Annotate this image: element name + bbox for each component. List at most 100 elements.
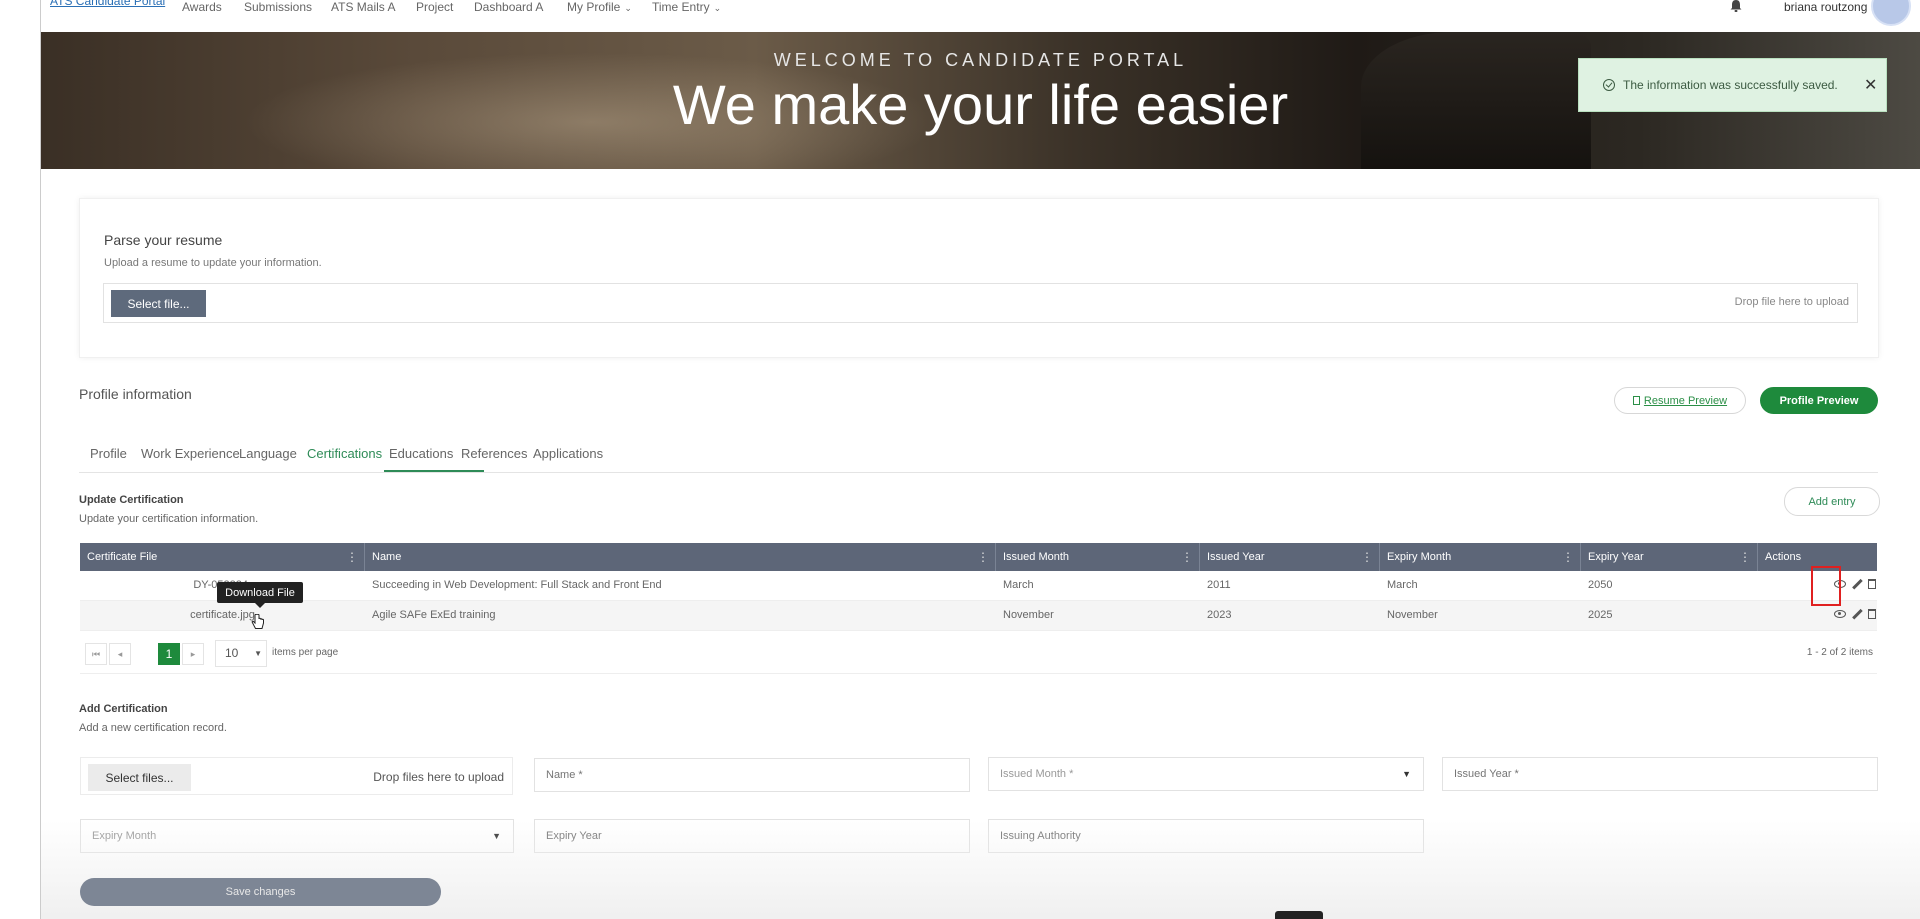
app-window: ATS Candidate Portal Awards Submissions … (41, 0, 1920, 919)
parse-subtitle: Upload a resume to update your informati… (104, 257, 322, 269)
cell-expiry-year: 2050 (1588, 579, 1613, 591)
name-field[interactable] (534, 758, 970, 792)
trash-icon[interactable] (1868, 609, 1876, 619)
table-header: Certificate File ⋮ Name ⋮ Issued Month ⋮ Is… (80, 543, 1877, 571)
page-size-select[interactable]: 10 ▼ (215, 640, 267, 667)
nav-dashboard[interactable]: Dashboard A (474, 0, 543, 14)
nav-ats-mails[interactable]: ATS Mails A (331, 0, 395, 14)
user-name[interactable]: briana routzong (1784, 0, 1867, 14)
bell-icon[interactable] (1729, 0, 1743, 12)
add-cert-subtitle: Add a new certification record. (79, 722, 227, 734)
select-files-button[interactable]: Select files... (88, 764, 191, 791)
profile-preview-button[interactable]: Profile Preview (1760, 387, 1878, 414)
pencil-icon[interactable] (1852, 579, 1862, 589)
caret-down-icon: ▼ (492, 831, 501, 841)
cell-issued-year: 2011 (1207, 579, 1231, 591)
cell-issued-month: March (1003, 579, 1034, 591)
column-menu-icon[interactable]: ⋮ (977, 543, 989, 571)
resume-preview-button[interactable]: Resume Preview (1614, 387, 1746, 414)
column-menu-icon[interactable]: ⋮ (1181, 543, 1193, 571)
close-icon[interactable]: ✕ (1864, 75, 1877, 95)
hand-cursor-icon (251, 614, 264, 629)
column-header-certificate-file[interactable]: Certificate File ⋮ (80, 543, 365, 571)
drop-hint: Drop file here to upload (1734, 296, 1849, 308)
cell-expiry-month: March (1387, 579, 1418, 591)
chevron-down-icon: ⌄ (624, 3, 632, 13)
table-row: DY-052224- Succeeding in Web Development… (80, 571, 1877, 601)
top-nav: ATS Candidate Portal Awards Submissions … (41, 0, 1920, 32)
trash-icon[interactable] (1868, 579, 1876, 589)
cell-file[interactable]: certificate.jpg (80, 601, 365, 630)
column-menu-icon[interactable]: ⋮ (1562, 543, 1574, 571)
tab-profile[interactable]: Profile (90, 446, 127, 461)
caret-down-icon: ▼ (254, 649, 262, 658)
column-header-expiry-month[interactable]: Expiry Month ⋮ (1380, 543, 1581, 571)
cell-issued-year: 2023 (1207, 609, 1232, 621)
toast-message: The information was successfully saved. (1623, 78, 1838, 92)
tab-language[interactable]: Language (239, 446, 297, 461)
tab-certifications[interactable]: Certifications (307, 446, 382, 461)
certificate-upload[interactable]: Select files... Drop files here to uploa… (80, 757, 513, 795)
table-pager: ⏮ ◂ 1 ▸ ⏭ 10▼ items per page 1 - 2 of 2 … (80, 635, 1877, 674)
nav-submissions[interactable]: Submissions (244, 0, 312, 14)
eye-icon[interactable] (1834, 610, 1846, 618)
prev-page-icon[interactable]: ◂ (109, 643, 131, 665)
success-toast: The information was successfully saved. … (1578, 58, 1887, 112)
add-cert-title: Add Certification (79, 703, 168, 715)
save-changes-button[interactable]: Save changes (80, 878, 441, 906)
cell-name: Succeeding in Web Development: Full Stac… (372, 579, 662, 591)
brand-link[interactable]: ATS Candidate Portal (50, 0, 165, 8)
caret-down-icon: ▼ (1402, 769, 1411, 779)
items-count: 1 - 2 of 2 items (1806, 647, 1873, 658)
column-header-issued-month[interactable]: Issued Month ⋮ (996, 543, 1200, 571)
page-number-current[interactable]: 1 (158, 643, 180, 665)
issued-year-field[interactable] (1442, 757, 1878, 791)
avatar[interactable] (1871, 0, 1911, 26)
select-file-button[interactable]: Select file... (111, 290, 206, 317)
add-entry-button[interactable]: Add entry (1784, 487, 1880, 516)
next-page-icon[interactable]: ▸ (182, 643, 204, 665)
expiry-year-field[interactable] (534, 819, 970, 853)
update-cert-subtitle: Update your certification information. (79, 513, 259, 525)
edit-highlight-box (1811, 566, 1841, 606)
tab-references[interactable]: References (461, 446, 527, 461)
document-icon (1632, 396, 1640, 405)
resume-dropzone[interactable]: Select file... Drop file here to upload (103, 283, 1858, 323)
issued-month-select[interactable]: Issued Month * ▼ (988, 757, 1424, 791)
column-header-issued-year[interactable]: Issued Year ⋮ (1200, 543, 1380, 571)
first-page-icon[interactable]: ⏮ (85, 643, 107, 665)
cell-name: Agile SAFe ExEd training (372, 609, 496, 621)
update-cert-title: Update Certification (79, 494, 184, 506)
cell-expiry-month: November (1387, 609, 1438, 621)
profile-tabs: Profile Work Experience Language Certifi… (79, 432, 1878, 473)
left-rail (0, 0, 41, 919)
expiry-month-select[interactable]: Expiry Month ▼ (80, 819, 514, 853)
certification-table: Certificate File ⋮ Name ⋮ Issued Month ⋮ Is… (80, 543, 1877, 631)
tab-educations[interactable]: Educations (389, 446, 453, 461)
nav-my-profile[interactable]: My Profile ⌄ (567, 0, 632, 14)
drop-files-hint: Drop files here to upload (373, 770, 504, 784)
nav-time-entry[interactable]: Time Entry ⌄ (652, 0, 721, 14)
floating-toolbar-handle[interactable] (1275, 911, 1323, 919)
parse-resume-card: Parse your resume Upload a resume to upd… (79, 198, 1879, 358)
profile-info-title: Profile information (79, 386, 192, 402)
parse-title: Parse your resume (104, 232, 223, 248)
nav-project[interactable]: Project (416, 0, 453, 14)
cell-issued-month: November (1003, 609, 1054, 621)
column-header-expiry-year[interactable]: Expiry Year ⋮ (1581, 543, 1758, 571)
nav-awards[interactable]: Awards (182, 0, 222, 14)
column-menu-icon[interactable]: ⋮ (1739, 543, 1751, 571)
cell-expiry-year: 2025 (1588, 609, 1613, 621)
row-actions (1834, 609, 1876, 619)
issuing-authority-field[interactable] (988, 819, 1424, 853)
column-header-name[interactable]: Name ⋮ (365, 543, 996, 571)
column-menu-icon[interactable]: ⋮ (1361, 543, 1373, 571)
active-tab-indicator (384, 470, 484, 472)
pencil-icon[interactable] (1852, 609, 1862, 619)
tab-applications[interactable]: Applications (533, 446, 603, 461)
chevron-down-icon: ⌄ (713, 3, 722, 13)
tab-work-experience[interactable]: Work Experience (141, 446, 240, 461)
column-menu-icon[interactable]: ⋮ (346, 543, 358, 571)
table-row: certificate.jpg Agile SAFe ExEd training… (80, 601, 1877, 631)
download-tooltip: Download File (217, 582, 303, 608)
